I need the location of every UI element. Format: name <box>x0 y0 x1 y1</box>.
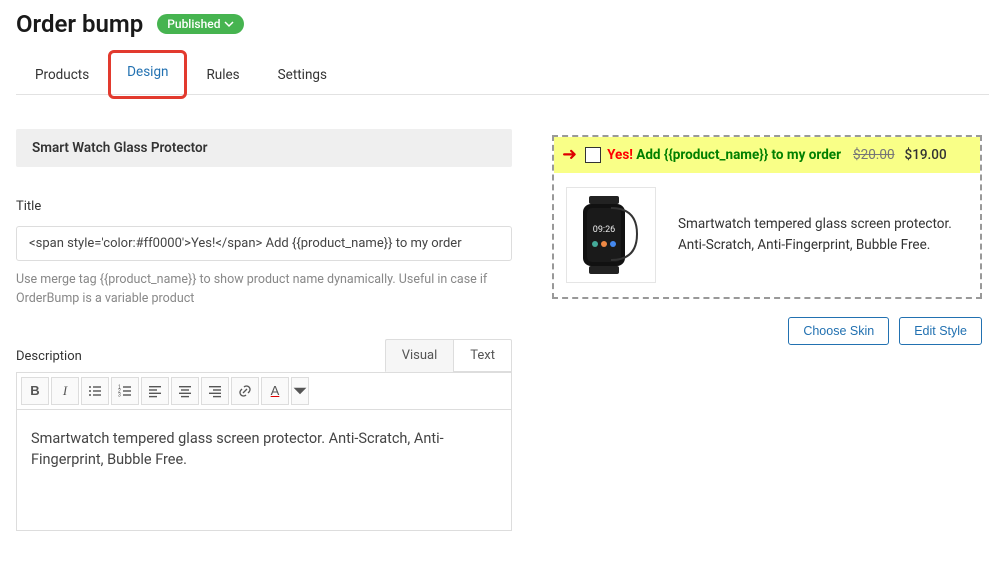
caret-down-icon <box>292 383 308 399</box>
numbered-list-icon: 123 <box>117 383 133 399</box>
smartwatch-icon: 09:26 <box>575 194 647 276</box>
product-image: 09:26 <box>566 187 656 283</box>
description-editor[interactable]: Smartwatch tempered glass screen protect… <box>17 410 511 530</box>
tabs: Products Design Rules Settings <box>16 56 989 95</box>
bold-icon: B <box>30 383 39 398</box>
tab-settings[interactable]: Settings <box>259 56 346 94</box>
bump-add-text: Add {{product_name}} to my order <box>636 147 841 163</box>
bump-price-old: $20.00 <box>853 147 895 163</box>
align-right-button[interactable] <box>201 377 229 405</box>
text-color-icon: A <box>271 383 280 398</box>
editor-tab-visual[interactable]: Visual <box>385 339 454 372</box>
bullet-list-button[interactable] <box>81 377 109 405</box>
align-center-button[interactable] <box>171 377 199 405</box>
align-right-icon <box>207 383 223 399</box>
bump-price-new: $19.00 <box>905 147 947 163</box>
title-help-text: Use merge tag {{product_name}} to show p… <box>16 271 512 309</box>
italic-button[interactable]: I <box>51 377 79 405</box>
preview-box: ➜ Yes! Add {{product_name}} to my order … <box>552 135 982 299</box>
title-label: Title <box>16 199 512 214</box>
link-button[interactable] <box>231 377 259 405</box>
text-color-button[interactable]: A <box>261 377 289 405</box>
link-icon <box>237 383 253 399</box>
bump-checkbox[interactable] <box>585 147 601 163</box>
svg-text:09:26: 09:26 <box>593 225 615 235</box>
bump-yes-text: Yes! <box>607 147 633 163</box>
title-input[interactable] <box>16 226 512 261</box>
bump-header: ➜ Yes! Add {{product_name}} to my order … <box>554 137 980 173</box>
svg-text:3: 3 <box>118 392 121 398</box>
edit-style-button[interactable]: Edit Style <box>899 317 982 345</box>
choose-skin-button[interactable]: Choose Skin <box>788 317 889 345</box>
align-center-icon <box>177 383 193 399</box>
bullet-list-icon <box>87 383 103 399</box>
editor-tab-text[interactable]: Text <box>453 339 512 372</box>
tab-design[interactable]: Design <box>108 50 187 99</box>
editor-mode-tabs: Visual Text <box>385 339 512 372</box>
tab-products[interactable]: Products <box>16 56 108 94</box>
chevron-down-icon <box>224 19 234 29</box>
editor-toolbar: B I 123 <box>17 373 511 410</box>
description-label: Description <box>16 349 82 364</box>
italic-icon: I <box>63 383 67 399</box>
bump-description: Smartwatch tempered glass screen protect… <box>678 214 962 256</box>
product-name-header: Smart Watch Glass Protector <box>16 129 512 167</box>
arrow-right-icon: ➜ <box>562 146 577 164</box>
align-left-icon <box>147 383 163 399</box>
bold-button[interactable]: B <box>21 377 49 405</box>
tab-rules[interactable]: Rules <box>187 56 258 94</box>
status-label: Published <box>167 17 220 31</box>
page-title: Order bump <box>16 10 143 38</box>
numbered-list-button[interactable]: 123 <box>111 377 139 405</box>
text-color-dropdown[interactable] <box>291 377 309 405</box>
status-badge[interactable]: Published <box>157 14 244 34</box>
align-left-button[interactable] <box>141 377 169 405</box>
